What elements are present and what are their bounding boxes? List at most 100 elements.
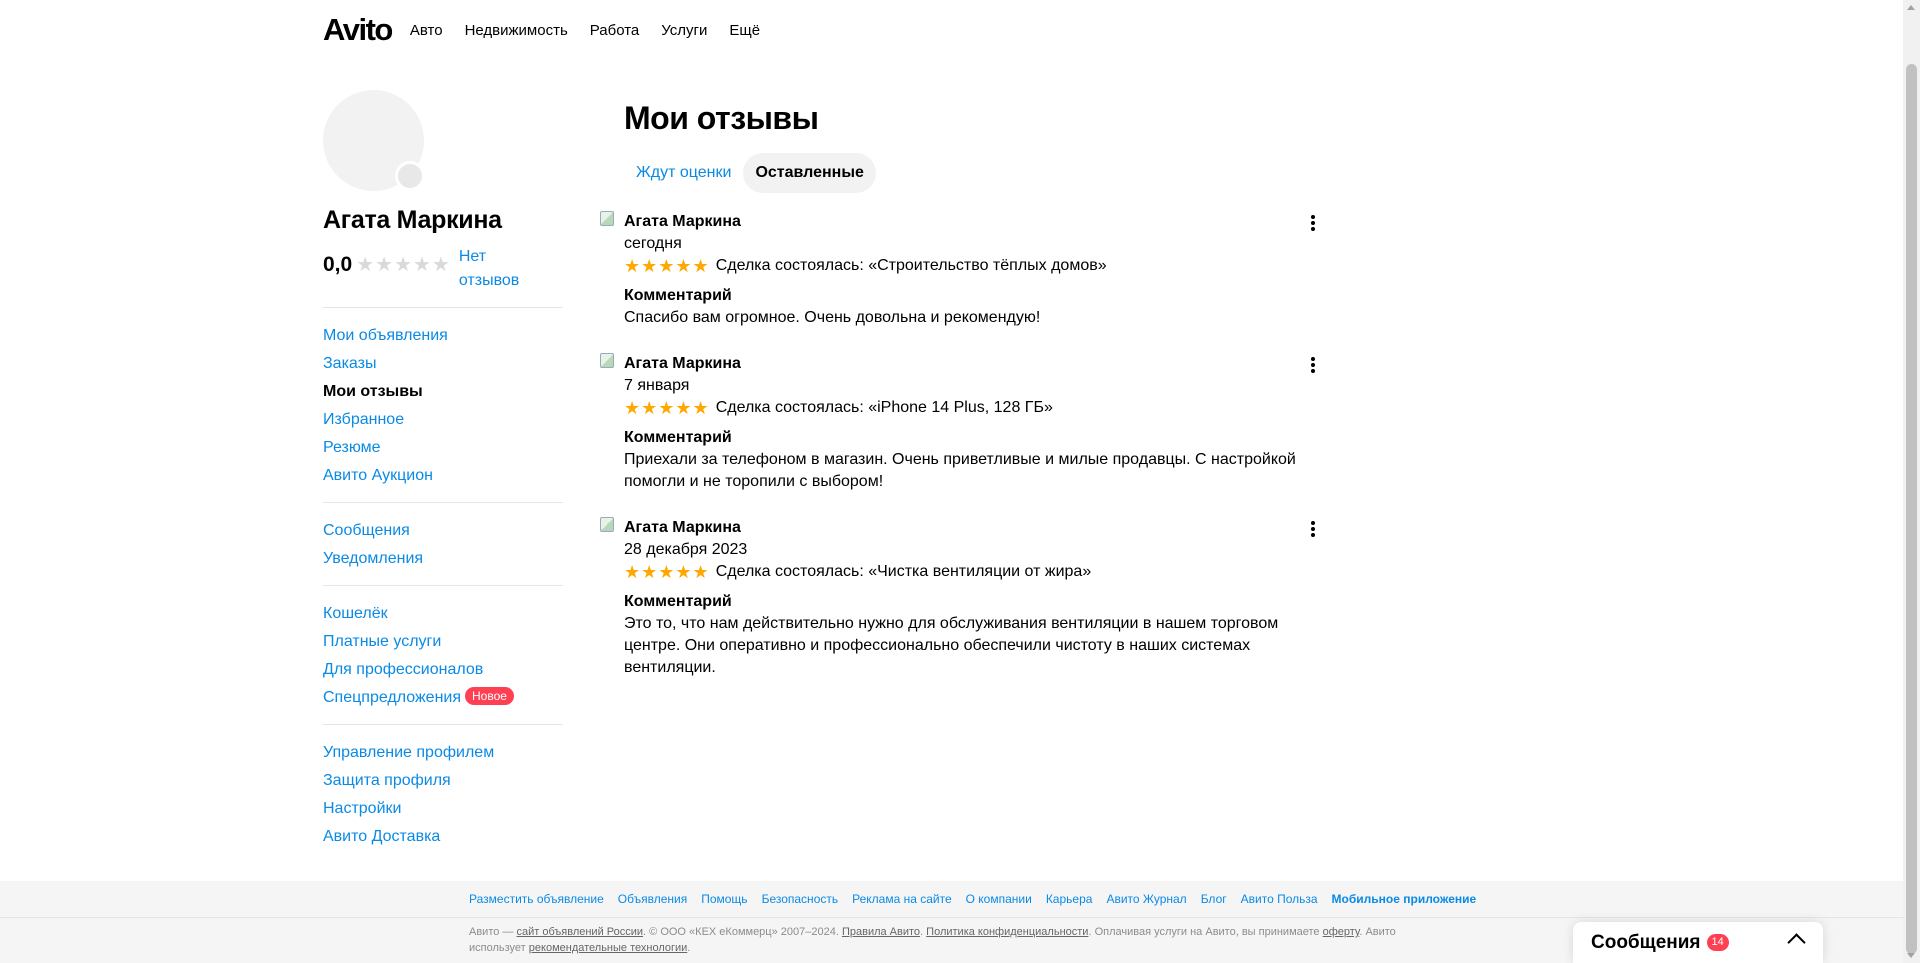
review-comment: Приехали за телефоном в магазин. Очень п… — [624, 451, 1296, 490]
sidebar-item-wallet[interactable]: Кошелёк — [323, 600, 563, 628]
profile-name: Агата Маркина — [323, 206, 502, 234]
page-title: Мои отзывы — [624, 100, 819, 136]
footer-links: Разместить объявление Объявления Помощь … — [469, 881, 1490, 917]
review-item: Агата Маркина сегодня ★★★★★ Сделка состо… — [600, 211, 1320, 329]
sidebar-item-profile-protection[interactable]: Защита профиля — [323, 767, 563, 795]
rating-stars-icon: ★★★★★ — [624, 256, 710, 276]
broken-image-icon — [600, 211, 614, 226]
no-reviews-link[interactable]: Нет отзывов — [459, 245, 529, 293]
sidebar-item-auction[interactable]: Авито Аукцион — [323, 462, 563, 490]
scroll-down-icon[interactable] — [1907, 953, 1915, 958]
sidebar-item-messages[interactable]: Сообщения — [323, 517, 563, 545]
rating-summary: 0,0 ★★★★★ Нет отзывов — [323, 245, 563, 293]
footer-link-career[interactable]: Карьера — [1046, 892, 1093, 906]
sidebar-item-orders[interactable]: Заказы — [323, 350, 563, 378]
footer-legal-link[interactable]: Политика конфиденциальности — [926, 926, 1088, 938]
review-deal: ★★★★★ Сделка состоялась: «Строительство … — [624, 255, 1320, 277]
deal-title: Сделка состоялась: «Строительство тёплых… — [715, 257, 1107, 274]
more-options-icon[interactable] — [1303, 355, 1323, 375]
sidebar-item-my-reviews[interactable]: Мои отзывы — [323, 378, 563, 406]
author-avatar — [600, 211, 618, 229]
unread-count-badge: 14 — [1706, 934, 1729, 951]
footer-text-part: . Оплачивая услуги на Авито, вы принимае… — [1088, 926, 1323, 938]
review-author: Агата Маркина — [624, 213, 741, 230]
sidebar-item-special-offers[interactable]: Спецпредложения Новое — [323, 684, 563, 712]
footer-link-journal[interactable]: Авито Журнал — [1106, 892, 1186, 906]
footer-legal-link[interactable]: рекомендательные технологии — [529, 942, 688, 954]
menu-group-ads: Мои объявления Заказы Мои отзывы Избранн… — [323, 307, 563, 502]
rating-stars-icon: ★★★★★ — [356, 254, 451, 276]
sidebar-item-favorites[interactable]: Избранное — [323, 406, 563, 434]
tab-left-reviews[interactable]: Оставленные — [743, 153, 876, 193]
page-scrollbar[interactable] — [1903, 0, 1920, 963]
messenger-widget[interactable]: Сообщения 14 — [1573, 922, 1823, 963]
broken-image-icon — [600, 353, 614, 368]
chevron-up-icon[interactable] — [1787, 933, 1806, 952]
more-options-icon[interactable] — [1303, 213, 1323, 233]
review-date: 28 декабря 2023 — [624, 541, 748, 558]
comment-label: Комментарий — [624, 429, 732, 446]
sidebar-item-paid-services[interactable]: Платные услуги — [323, 628, 563, 656]
footer-link-benefit[interactable]: Авито Польза — [1241, 892, 1318, 906]
profile-sidebar: Агата Маркина 0,0 ★★★★★ Нет отзывов Мои … — [323, 90, 563, 863]
top-navigation: Avito Авто Недвижимость Работа Услуги Ещ… — [323, 0, 782, 60]
nav-item-jobs[interactable]: Работа — [590, 22, 640, 39]
deal-title: Сделка состоялась: «iPhone 14 Plus, 128 … — [715, 399, 1053, 416]
scrollbar-thumb[interactable] — [1906, 64, 1917, 954]
sidebar-item-settings[interactable]: Настройки — [323, 795, 563, 823]
review-author: Агата Маркина — [624, 355, 741, 372]
footer-legal-link[interactable]: оферту — [1323, 926, 1360, 938]
broken-image-icon — [600, 517, 614, 532]
messenger-title: Сообщения — [1591, 931, 1701, 953]
review-tabs: Ждут оценки Оставленные — [624, 153, 1320, 193]
sidebar-item-my-ads[interactable]: Мои объявления — [323, 322, 563, 350]
review-deal: ★★★★★ Сделка состоялась: «iPhone 14 Plus… — [624, 397, 1320, 419]
menu-group-messages: Сообщения Уведомления — [323, 502, 563, 585]
rating-value: 0,0 — [323, 253, 353, 276]
footer-link-help[interactable]: Помощь — [701, 892, 747, 906]
rating-stars-icon: ★★★★★ — [624, 562, 710, 582]
nav-item-auto[interactable]: Авто — [410, 22, 443, 39]
sidebar-item-delivery[interactable]: Авито Доставка — [323, 823, 563, 851]
avito-logo[interactable]: Avito — [323, 12, 393, 48]
review-date: сегодня — [624, 235, 682, 252]
footer-link-ads[interactable]: Объявления — [618, 892, 687, 906]
review-comment: Это то, что нам действительно нужно для … — [624, 615, 1279, 676]
sidebar-item-resume[interactable]: Резюме — [323, 434, 563, 462]
avatar[interactable] — [323, 90, 425, 191]
footer-text-part: Авито — — [469, 926, 517, 938]
footer-link-post-ad[interactable]: Разместить объявление — [469, 892, 604, 906]
footer-link-mobile-app[interactable]: Мобильное приложение — [1332, 892, 1477, 906]
sidebar-item-notifications[interactable]: Уведомления — [323, 545, 563, 573]
footer-legal-link[interactable]: Правила Авито — [842, 926, 920, 938]
footer-divider — [0, 917, 1903, 918]
footer-link-about[interactable]: О компании — [966, 892, 1032, 906]
author-avatar — [600, 353, 618, 371]
scroll-up-icon[interactable] — [1907, 5, 1915, 10]
sidebar-item-for-pros[interactable]: Для профессионалов — [323, 656, 563, 684]
footer-legal-link[interactable]: сайт объявлений России — [516, 926, 643, 938]
tab-awaiting-rating[interactable]: Ждут оценки — [624, 153, 743, 193]
nav-item-more[interactable]: Ещё — [729, 22, 760, 39]
footer-text-part: . — [687, 942, 691, 954]
more-options-icon[interactable] — [1303, 519, 1323, 539]
footer-link-security[interactable]: Безопасность — [762, 892, 839, 906]
new-badge: Новое — [465, 687, 514, 705]
review-item: Агата Маркина 28 декабря 2023 ★★★★★ Сдел… — [600, 517, 1320, 679]
main-content: Мои отзывы Ждут оценки Оставленные Агата… — [600, 100, 1320, 679]
review-comment: Спасибо вам огромное. Очень довольна и р… — [624, 309, 1041, 326]
menu-group-settings: Управление профилем Защита профиля Настр… — [323, 724, 563, 863]
nav-item-realty[interactable]: Недвижимость — [465, 22, 568, 39]
footer-text-part: . © ООО «КЕХ еКоммерц» 2007–2024. — [643, 926, 842, 938]
menu-group-finance: Кошелёк Платные услуги Для профессионало… — [323, 585, 563, 724]
sidebar-item-profile-management[interactable]: Управление профилем — [323, 739, 563, 767]
footer-link-blog[interactable]: Блог — [1201, 892, 1227, 906]
sidebar-item-special-offers-label: Спецпредложения — [323, 689, 461, 706]
comment-label: Комментарий — [624, 593, 732, 610]
comment-label: Комментарий — [624, 287, 732, 304]
footer-legal-text: Авито — сайт объявлений России. © ООО «К… — [469, 924, 1429, 956]
footer-link-advertising[interactable]: Реклама на сайте — [852, 892, 952, 906]
nav-item-services[interactable]: Услуги — [661, 22, 707, 39]
review-date: 7 января — [624, 377, 690, 394]
author-avatar — [600, 517, 618, 535]
